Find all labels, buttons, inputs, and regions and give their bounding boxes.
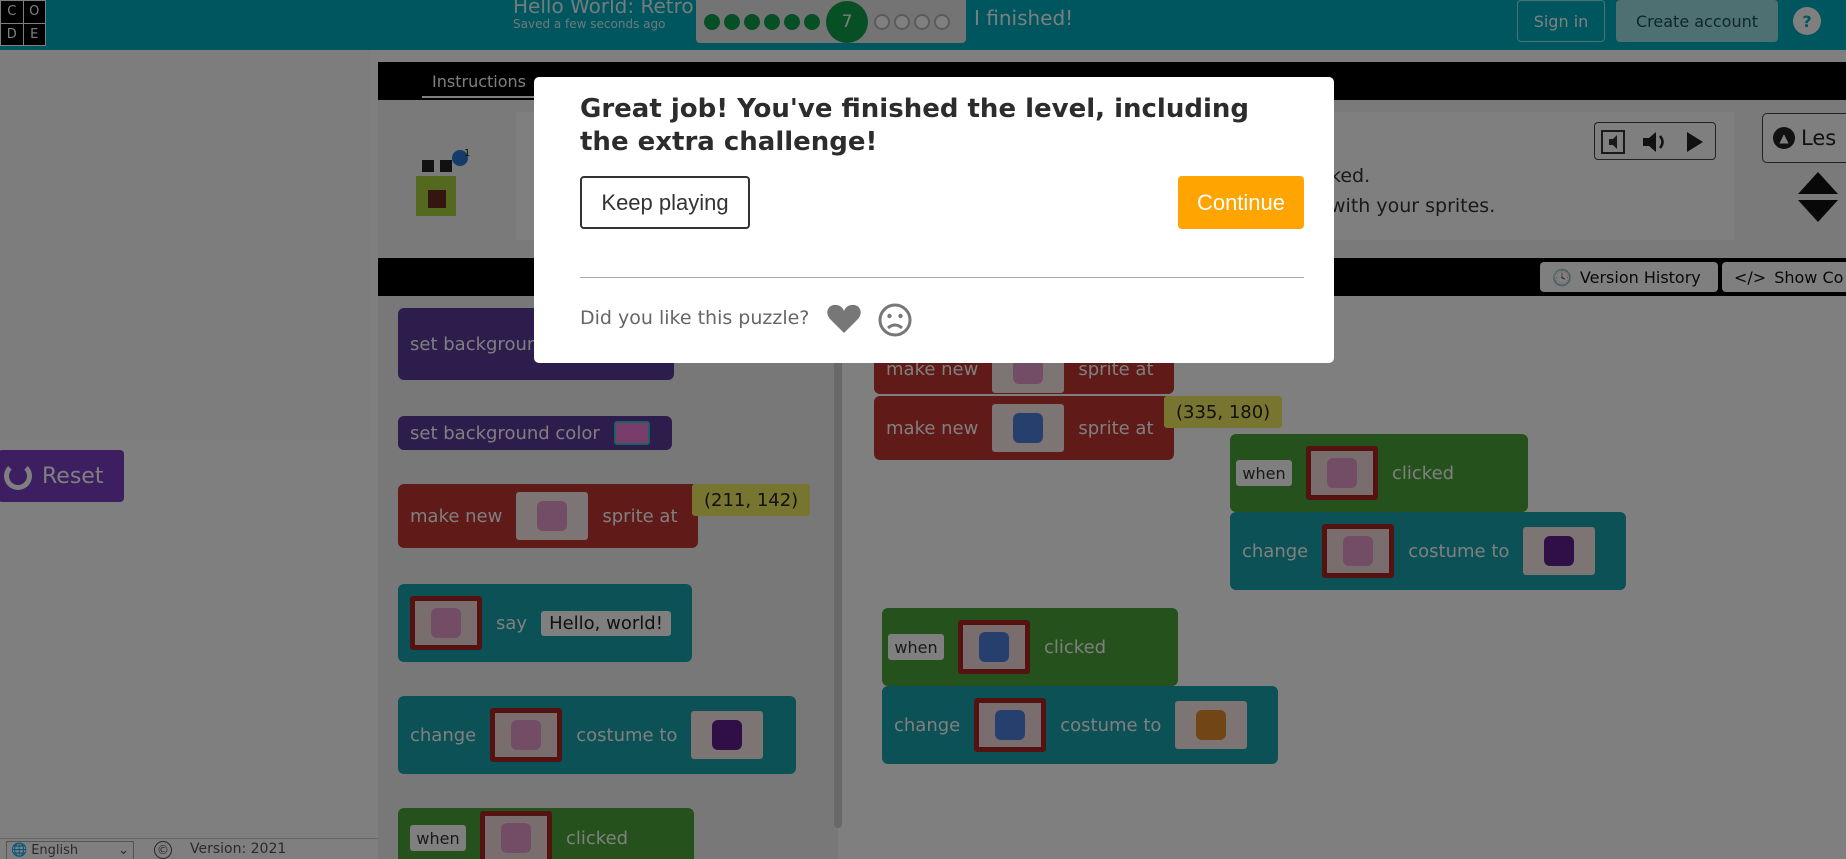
continue-button[interactable]: Continue (1178, 176, 1304, 229)
dialog-title: Great job! You've finished the level, in… (580, 94, 1249, 157)
heart-icon[interactable] (826, 303, 862, 335)
divider (580, 277, 1304, 278)
sad-face-icon[interactable] (878, 303, 912, 337)
level-complete-dialog: Great job! You've finished the level, in… (534, 77, 1334, 363)
keep-playing-button[interactable]: Keep playing (580, 176, 750, 229)
feedback-question: Did you like this puzzle? (580, 307, 810, 329)
